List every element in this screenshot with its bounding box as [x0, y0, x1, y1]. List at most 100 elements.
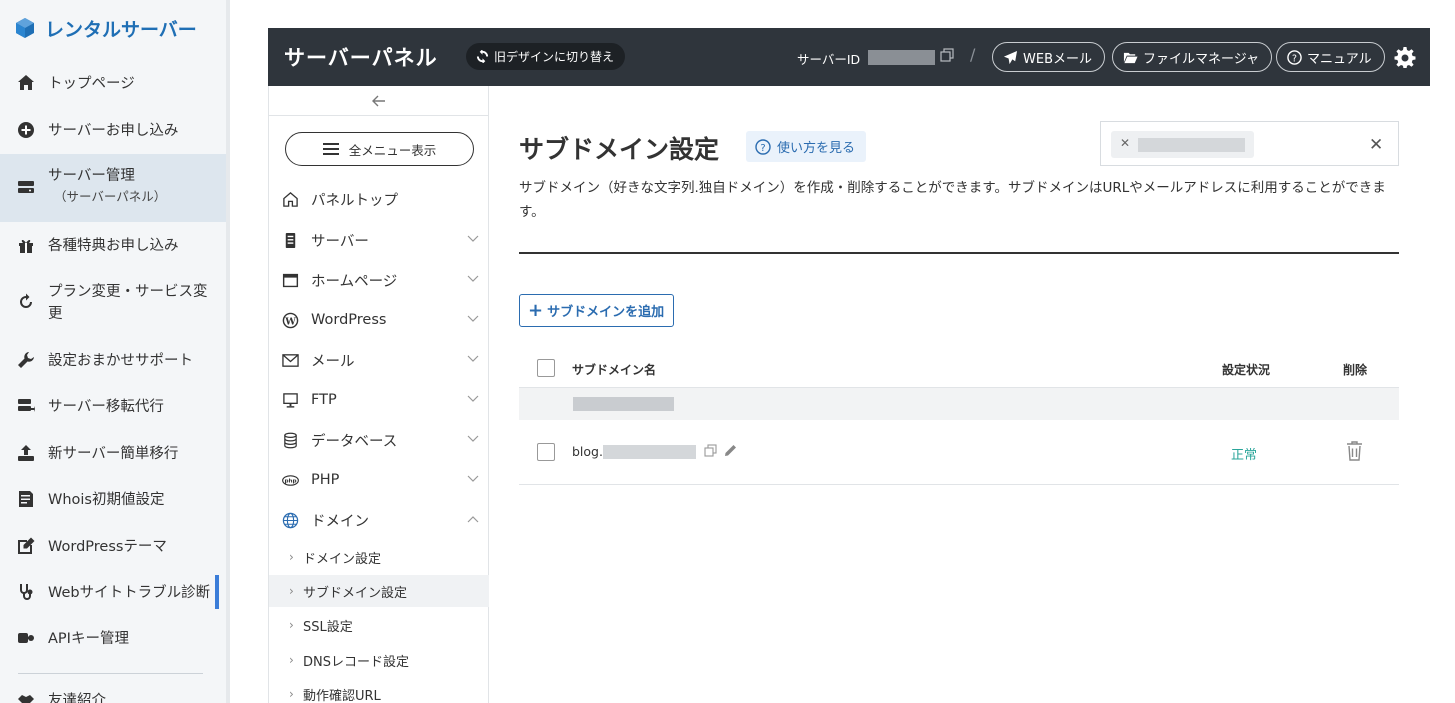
sidebar-item-referral[interactable]: 友達紹介 [0, 690, 226, 703]
panel-navigation: 全メニュー表示 パネルトップ サーバー ホームページ W WordPress メ… [268, 86, 489, 703]
chevron-down-icon [467, 475, 479, 482]
chevron-up-icon [467, 516, 479, 523]
api-key-icon [16, 628, 36, 648]
header-separator: / [970, 45, 976, 64]
sidebar-item-label: WordPressテーマ [48, 539, 167, 555]
sidebar-item-label: Whois初期値設定 [48, 492, 165, 508]
copy-icon[interactable] [940, 48, 954, 62]
nav-database[interactable]: データベース [269, 426, 489, 454]
database-icon [281, 431, 299, 449]
section-divider [519, 252, 1399, 254]
sidebar-item-whois[interactable]: Whois初期値設定 [0, 489, 226, 511]
svg-text:W: W [284, 316, 296, 327]
chevron-right-icon: › [289, 618, 294, 632]
chevron-down-icon [467, 355, 479, 362]
chevron-down-icon [467, 275, 479, 282]
gear-icon[interactable] [1394, 46, 1416, 68]
switch-design-button[interactable]: 旧デザインに切り替え [466, 43, 626, 70]
nav-divider [269, 115, 489, 116]
nav-label: データベース [311, 433, 398, 450]
select-all-checkbox[interactable] [537, 359, 555, 377]
domain-selector[interactable]: ✕ ✕ [1100, 121, 1399, 166]
trash-icon[interactable] [1346, 441, 1363, 461]
nav-server[interactable]: サーバー [269, 226, 489, 254]
pencil-icon[interactable] [724, 444, 737, 457]
col-header-name: サブドメイン名 [572, 363, 657, 377]
domain-value-redacted [1138, 138, 1245, 152]
add-subdomain-button[interactable]: + サブドメインを追加 [519, 294, 675, 327]
page-title: サブドメイン設定 [519, 135, 720, 164]
sidebar-item-easy-migration[interactable]: 新サーバー簡単移行 [0, 443, 226, 465]
nav-sub-ssl-settings[interactable]: › SSL設定 [269, 609, 489, 641]
col-header-delete: 削除 [1343, 363, 1368, 377]
php-icon: php [281, 471, 299, 489]
add-subdomain-label: サブドメインを追加 [547, 305, 665, 320]
selected-domain-chip: ✕ [1111, 131, 1254, 158]
table-row: blog. 正常 [519, 420, 1399, 485]
nav-php[interactable]: php PHP [269, 466, 489, 494]
server-id-value-redacted [868, 50, 935, 65]
brand-logo[interactable]: レンタルサーバー [14, 14, 197, 42]
chevron-right-icon: › [289, 584, 294, 598]
globe-icon [281, 511, 299, 529]
manual-button[interactable]: ? マニュアル [1276, 42, 1385, 72]
nav-sub-test-url[interactable]: › 動作確認URL [269, 678, 489, 703]
svg-text:php: php [284, 478, 296, 484]
nav-mail[interactable]: メール [269, 346, 489, 374]
chevron-down-icon [467, 435, 479, 442]
all-menu-button[interactable]: 全メニュー表示 [285, 132, 474, 166]
nav-sub-label: 動作確認URL [303, 688, 381, 703]
nav-label: ホームページ [311, 273, 398, 290]
nav-domain[interactable]: ドメイン [269, 506, 489, 534]
clear-icon[interactable]: ✕ [1369, 135, 1383, 155]
nav-sub-label: サブドメイン設定 [303, 585, 408, 601]
browser-window-icon [281, 271, 299, 289]
copy-icon[interactable] [704, 444, 717, 457]
sidebar-item-plan-change[interactable]: プラン変更・サービス変更 [0, 281, 226, 325]
left-sidebar: レンタルサーバー トップページ サーバーお申し込み サーバー管理 （サーバーパネ… [0, 0, 230, 703]
chip-remove-icon[interactable]: ✕ [1120, 136, 1130, 150]
sidebar-item-trouble-diagnosis[interactable]: Webサイトトラブル診断 [0, 582, 226, 604]
file-manager-button[interactable]: ファイルマネージャ [1112, 42, 1273, 72]
help-circle-icon: ? [755, 138, 771, 155]
sidebar-item-label: Webサイトトラブル診断 [48, 585, 211, 601]
nav-sub-subdomain-settings[interactable]: › サブドメイン設定 [269, 575, 489, 607]
sidebar-item-migration-agent[interactable]: サーバー移転代行 [0, 396, 226, 418]
nav-sub-label: SSL設定 [303, 619, 353, 635]
panel-title: サーバーパネル [284, 46, 438, 70]
nav-homepage[interactable]: ホームページ [269, 266, 489, 294]
nav-ftp[interactable]: FTP [269, 386, 489, 414]
hamburger-icon [322, 143, 339, 155]
manual-label: マニュアル [1307, 51, 1372, 67]
sidebar-item-top[interactable]: トップページ [0, 73, 226, 95]
nav-wordpress[interactable]: W WordPress [269, 306, 489, 334]
brand-cube-icon [16, 18, 34, 38]
back-arrow-icon[interactable] [369, 92, 389, 110]
server-icon [281, 231, 299, 249]
switch-design-label: 旧デザインに切り替え [494, 50, 615, 64]
howto-label: 使い方を見る [777, 141, 856, 156]
paper-plane-icon [1003, 50, 1018, 64]
webmail-button[interactable]: WEBメール [992, 42, 1105, 72]
nav-sub-domain-settings[interactable]: › ドメイン設定 [269, 541, 489, 573]
nav-sub-dns-records[interactable]: › DNSレコード設定 [269, 644, 489, 676]
howto-button[interactable]: ? 使い方を見る [746, 131, 867, 162]
sidebar-item-label: 設定おまかせサポート [48, 353, 193, 369]
sidebar-item-wp-theme[interactable]: WordPressテーマ [0, 536, 226, 558]
sidebar-item-server-manage[interactable]: サーバー管理 （サーバーパネル） [0, 154, 226, 222]
gift-icon [16, 235, 36, 255]
row-checkbox[interactable] [537, 443, 555, 461]
page-description: サブドメイン（好きな文字列.独自ドメイン）を作成・削除することができます。サブド… [519, 180, 1386, 220]
col-header-status: 設定状況 [1222, 363, 1271, 377]
sidebar-item-label: プラン変更・サービス変更 [48, 284, 208, 322]
chevron-down-icon [467, 315, 479, 322]
nav-panel-top[interactable]: パネルトップ [269, 185, 489, 213]
sidebar-item-api-key[interactable]: APIキー管理 [0, 628, 226, 650]
sidebar-divider [18, 673, 203, 674]
sidebar-item-support[interactable]: 設定おまかせサポート [0, 350, 226, 372]
svg-text:?: ? [760, 142, 765, 153]
help-circle-icon: ? [1287, 49, 1302, 65]
envelope-icon [281, 351, 299, 369]
sidebar-item-benefits[interactable]: 各種特典お申し込み [0, 235, 226, 257]
sidebar-item-server-apply[interactable]: サーバーお申し込み [0, 120, 226, 142]
